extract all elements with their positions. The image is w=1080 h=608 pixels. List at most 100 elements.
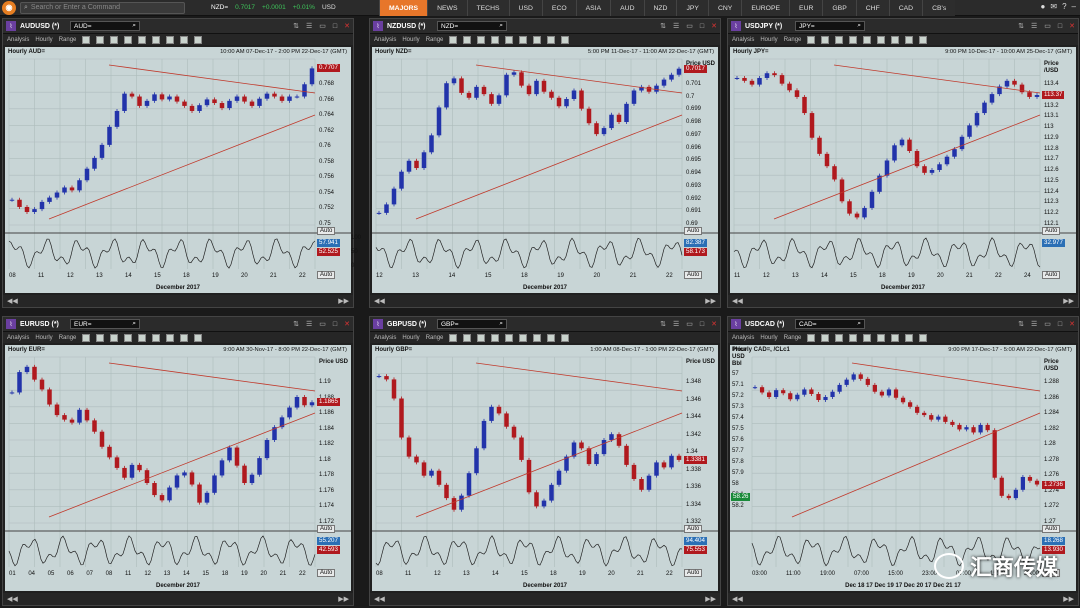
link-icon[interactable]: ⇅ (293, 320, 299, 328)
drawing-tool-icon[interactable] (835, 35, 844, 44)
user-icon[interactable]: ● (1041, 2, 1046, 11)
tab-chf[interactable]: CHF (855, 0, 889, 16)
drawing-tool-icon[interactable] (152, 35, 161, 44)
drawing-tool-icon[interactable] (491, 333, 500, 342)
link-icon[interactable]: ⇅ (660, 320, 666, 328)
drawing-tool-icon[interactable] (919, 35, 928, 44)
scroll-left-icon[interactable]: ◀◀ (7, 595, 18, 603)
oscillator-auto-button[interactable]: Auto (684, 271, 703, 279)
drawing-tool-icon[interactable] (891, 333, 900, 342)
drawing-tool-icon[interactable] (561, 333, 570, 342)
restore-icon[interactable]: ▭ (319, 320, 326, 328)
drawing-tool-icon[interactable] (505, 333, 514, 342)
auto-scale-button[interactable]: Auto (317, 525, 336, 533)
trend-line[interactable] (475, 362, 683, 392)
interval-menu[interactable]: Hourly (760, 37, 777, 43)
maximize-icon[interactable]: □ (1058, 23, 1062, 30)
analysis-menu[interactable]: Analysis (7, 37, 29, 43)
drawing-tool-icon[interactable] (124, 35, 133, 44)
tab-majors[interactable]: MAJORS (379, 0, 428, 16)
drawing-tool-icon[interactable] (110, 35, 119, 44)
analysis-menu[interactable]: Analysis (374, 37, 396, 43)
close-icon[interactable]: ✕ (1069, 22, 1075, 30)
oscillator-auto-button[interactable]: Auto (317, 271, 336, 279)
scroll-left-icon[interactable]: ◀◀ (7, 297, 18, 305)
scroll-right-icon[interactable]: ▶▶ (705, 297, 716, 305)
maximize-icon[interactable]: □ (333, 23, 337, 30)
tab-europe[interactable]: EUROPE (741, 0, 790, 16)
ric-input[interactable]: NZD= ⌕ (437, 21, 507, 31)
search-icon[interactable]: ⌕ (857, 320, 861, 328)
drawing-tool-icon[interactable] (905, 35, 914, 44)
interval-menu[interactable]: Hourly (35, 335, 52, 341)
tab-cbs[interactable]: CB's (922, 0, 956, 16)
menu-icon[interactable]: ☰ (306, 22, 312, 30)
drawing-tool-icon[interactable] (533, 35, 542, 44)
drawing-tool-icon[interactable] (519, 333, 528, 342)
tab-cad[interactable]: CAD (888, 0, 923, 16)
trend-line[interactable] (415, 114, 683, 220)
menu-icon[interactable]: ☰ (673, 320, 679, 328)
drawing-tool-icon[interactable] (463, 333, 472, 342)
interval-menu[interactable]: Hourly (402, 37, 419, 43)
menu-icon[interactable]: ☰ (1031, 320, 1037, 328)
drawing-tool-icon[interactable] (166, 333, 175, 342)
tab-aud[interactable]: AUD (610, 0, 644, 16)
search-icon[interactable]: ⌕ (857, 22, 861, 30)
link-icon[interactable]: ⇅ (293, 22, 299, 30)
menu-icon[interactable]: ☰ (1031, 22, 1037, 30)
drawing-tool-icon[interactable] (533, 333, 542, 342)
search-icon[interactable]: ⌕ (132, 22, 136, 30)
trend-line[interactable] (108, 64, 316, 94)
maximize-icon[interactable]: □ (700, 23, 704, 30)
drawing-tool-icon[interactable] (194, 35, 203, 44)
restore-icon[interactable]: ▭ (686, 22, 693, 30)
restore-icon[interactable]: ▭ (319, 22, 326, 30)
scroll-right-icon[interactable]: ▶▶ (338, 595, 349, 603)
chart-scroll-bar[interactable]: ◀◀ ▶▶ (370, 593, 720, 605)
messenger-icon[interactable]: ✉ (1050, 2, 1057, 11)
drawing-tool-icon[interactable] (877, 333, 886, 342)
tab-eur[interactable]: EUR (789, 0, 823, 16)
drawing-tool-icon[interactable] (491, 35, 500, 44)
scroll-left-icon[interactable]: ◀◀ (732, 297, 743, 305)
oscillator-auto-button[interactable]: Auto (1042, 271, 1061, 279)
drawing-tool-icon[interactable] (180, 35, 189, 44)
drawing-tool-icon[interactable] (449, 333, 458, 342)
trend-line[interactable] (48, 412, 316, 518)
auto-scale-button[interactable]: Auto (317, 227, 336, 235)
app-menu-icon[interactable]: ◉ (2, 0, 16, 15)
drawing-tool-icon[interactable] (110, 333, 119, 342)
auto-scale-button[interactable]: Auto (1042, 525, 1061, 533)
ric-input[interactable]: GBP= ⌕ (437, 319, 507, 329)
chart-scroll-bar[interactable]: ◀◀ ▶▶ (728, 593, 1078, 605)
chart-scroll-bar[interactable]: ◀◀ ▶▶ (3, 593, 353, 605)
oscillator-auto-button[interactable]: Auto (317, 569, 336, 577)
drawing-tool-icon[interactable] (807, 35, 816, 44)
drawing-tool-icon[interactable] (166, 35, 175, 44)
restore-icon[interactable]: ▭ (1044, 22, 1051, 30)
close-icon[interactable]: ✕ (1069, 320, 1075, 328)
drawing-tool-icon[interactable] (905, 333, 914, 342)
drawing-tool-icon[interactable] (505, 35, 514, 44)
range-menu[interactable]: Range (784, 335, 802, 341)
drawing-tool-icon[interactable] (449, 35, 458, 44)
oscillator-auto-button[interactable]: Auto (684, 569, 703, 577)
scroll-right-icon[interactable]: ▶▶ (338, 297, 349, 305)
tab-asia[interactable]: ASIA (575, 0, 611, 16)
maximize-icon[interactable]: □ (1058, 321, 1062, 328)
drawing-tool-icon[interactable] (96, 333, 105, 342)
search-icon[interactable]: ⌕ (499, 22, 503, 30)
trend-line[interactable] (108, 362, 316, 392)
range-menu[interactable]: Range (59, 37, 77, 43)
chart-scroll-bar[interactable]: ◀◀ ▶▶ (3, 295, 353, 307)
drawing-tool-icon[interactable] (180, 333, 189, 342)
drawing-tool-icon[interactable] (821, 333, 830, 342)
range-menu[interactable]: Range (784, 37, 802, 43)
link-icon[interactable]: ⇅ (660, 22, 666, 30)
drawing-tool-icon[interactable] (561, 35, 570, 44)
search-icon[interactable]: ⌕ (499, 320, 503, 328)
chart-scroll-bar[interactable]: ◀◀ ▶▶ (728, 295, 1078, 307)
restore-icon[interactable]: ▭ (686, 320, 693, 328)
auto-scale-button[interactable]: Auto (1042, 227, 1061, 235)
